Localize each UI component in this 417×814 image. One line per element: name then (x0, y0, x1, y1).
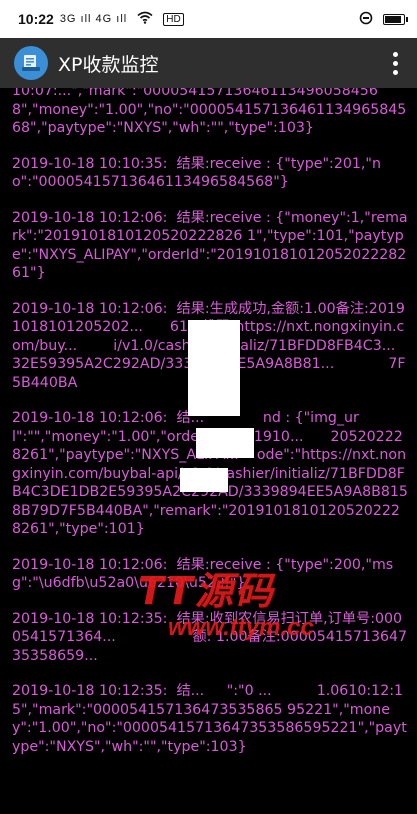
alarm-icon (359, 11, 373, 28)
redaction-patch (196, 428, 254, 458)
log-view[interactable]: 10:07:...","mark":"000054157136461134960… (0, 88, 417, 814)
wifi-icon (137, 11, 153, 27)
log-entry: 2019-10-18 10:12:06: 结果:receive : {"mone… (12, 209, 408, 282)
log-entry: 2019-10-18 10:12:35: 结... ":"0 ... 1.061… (12, 683, 407, 755)
watermark-url: www.ttym.cc (168, 614, 314, 641)
signal-strength-icon: 3G ıll 4G ıll (59, 13, 128, 25)
status-time: 10:22 (18, 11, 54, 27)
hd-icon: HD (163, 12, 184, 26)
battery-icon (383, 13, 408, 25)
log-entry: 2019-10-18 10:10:35: 结果:receive : {"type… (12, 155, 381, 191)
status-bar: 10:22 3G ıll 4G ıll HD (0, 0, 417, 38)
app-bar: XP收款监控 (0, 38, 417, 88)
redaction-patch (180, 468, 228, 492)
watermark-logo: TT源码 (138, 569, 275, 613)
redaction-patch (188, 320, 240, 416)
app-logo-icon (14, 46, 48, 80)
more-vert-icon[interactable] (383, 45, 407, 81)
log-entry: 10:07:...","mark":"000054157136461134960… (12, 88, 407, 136)
app-title: XP收款监控 (58, 53, 159, 76)
